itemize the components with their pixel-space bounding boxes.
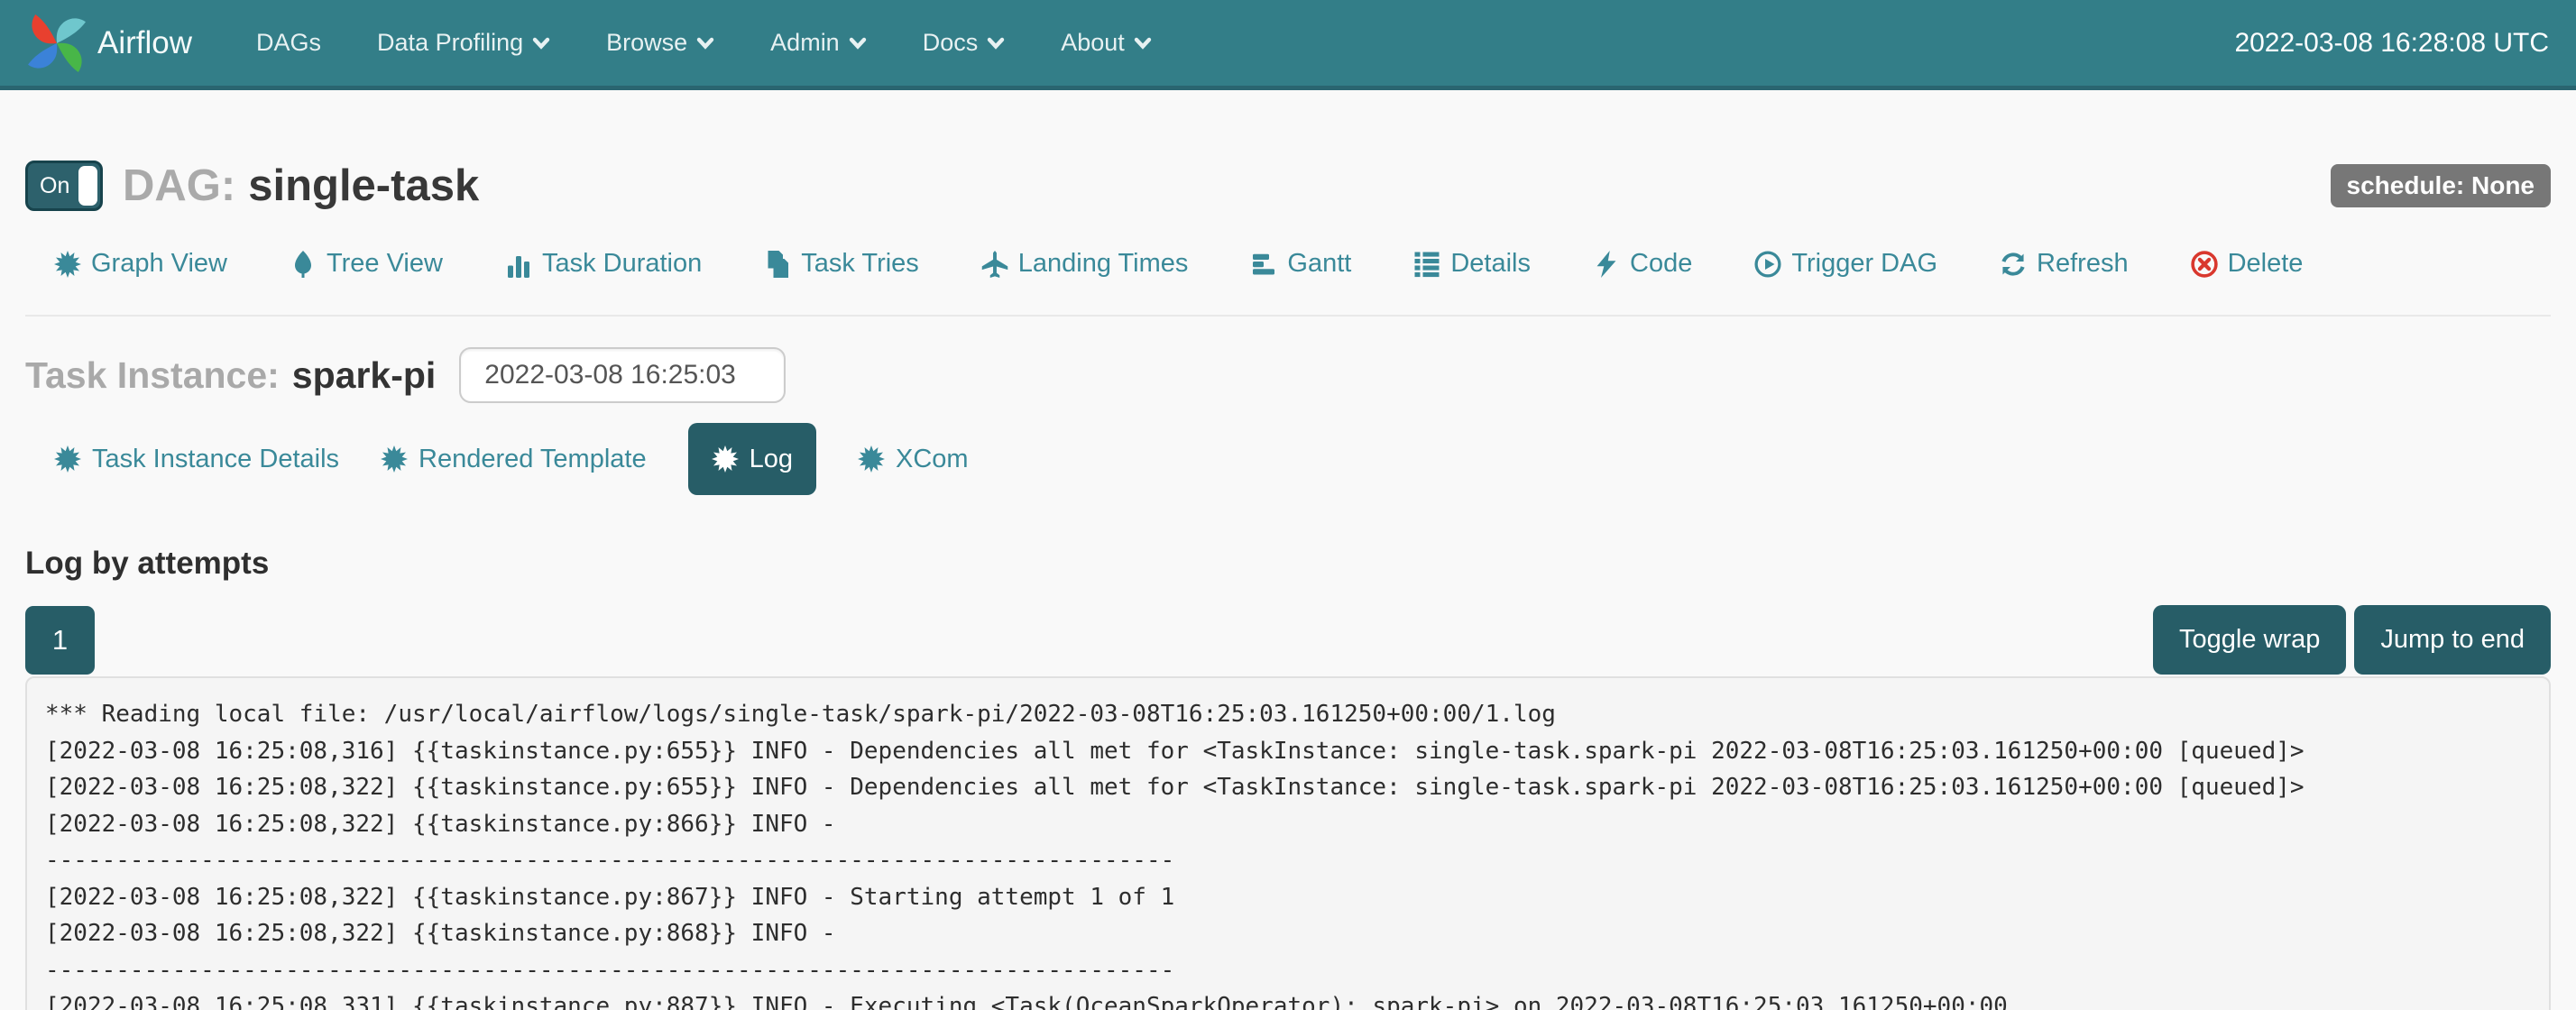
tab-label: Graph View	[91, 249, 227, 279]
tab-code[interactable]: Code	[1593, 249, 1692, 279]
log-actions: Toggle wrap Jump to end	[2153, 605, 2551, 675]
task-instance-label: Task Instance:	[25, 354, 280, 397]
tab-label: Tree View	[327, 249, 443, 279]
airflow-pinwheel-logo-icon	[27, 14, 87, 73]
log-output-panel[interactable]: *** Reading local file: /usr/local/airfl…	[25, 676, 2551, 1010]
dag-view-tabs: Graph View Tree View Task Duration Task …	[54, 249, 2551, 279]
bar-chart-icon	[505, 251, 532, 278]
toggle-on-label: On	[40, 173, 69, 199]
log-line: [2022-03-08 16:25:08,331] {{taskinstance…	[45, 988, 2540, 1010]
navbar-item-about[interactable]: About	[1033, 29, 1180, 57]
tab-label: Gantt	[1287, 249, 1351, 279]
chevron-down-icon	[849, 36, 867, 50]
navbar-item-label: Data Profiling	[377, 29, 523, 57]
tab-gantt[interactable]: Gantt	[1250, 249, 1351, 279]
tab-label: Delete	[2228, 249, 2304, 279]
burst-icon	[54, 445, 81, 473]
tab-task-tries[interactable]: Task Tries	[764, 249, 919, 279]
attempt-1-tab[interactable]: 1	[25, 606, 95, 675]
navbar-item-dags[interactable]: DAGs	[228, 29, 349, 57]
navbar-item-data-profiling[interactable]: Data Profiling	[349, 29, 578, 57]
task-instance-views: Task Instance Details Rendered Template …	[54, 423, 2551, 495]
delete-circle-icon	[2191, 251, 2218, 278]
chevron-down-icon	[696, 36, 714, 50]
tab-label: Task Duration	[542, 249, 702, 279]
tab-label: Task Tries	[801, 249, 919, 279]
tab-task-duration[interactable]: Task Duration	[505, 249, 702, 279]
tab-label: Landing Times	[1018, 249, 1189, 279]
tab-graph-view[interactable]: Graph View	[54, 249, 227, 279]
navbar-item-admin[interactable]: Admin	[742, 29, 895, 57]
schedule-badge: schedule: None	[2331, 164, 2551, 207]
view-button-label: XCom	[896, 445, 969, 474]
plane-icon	[981, 251, 1008, 278]
tab-details[interactable]: Details	[1413, 249, 1531, 279]
toggle-wrap-button[interactable]: Toggle wrap	[2153, 605, 2346, 675]
log-line: *** Reading local file: /usr/local/airfl…	[45, 696, 2540, 733]
navbar-item-label: Docs	[923, 29, 979, 57]
dag-header: On DAG: single-task schedule: None	[25, 161, 2551, 211]
navbar-item-docs[interactable]: Docs	[895, 29, 1034, 57]
burst-icon	[54, 251, 81, 278]
navbar-item-browse[interactable]: Browse	[578, 29, 742, 57]
play-circle-icon	[1754, 251, 1781, 278]
log-line: [2022-03-08 16:25:08,322] {{taskinstance…	[45, 879, 2540, 916]
tab-label: Refresh	[2037, 249, 2129, 279]
button-xcom[interactable]: XCom	[858, 445, 969, 474]
view-button-label: Task Instance Details	[92, 445, 339, 474]
utc-clock: 2022-03-08 16:28:08 UTC	[2234, 28, 2549, 59]
tab-label: Trigger DAG	[1791, 249, 1937, 279]
log-by-attempts-heading: Log by attempts	[25, 546, 2551, 582]
log-line: ----------------------------------------…	[45, 952, 2540, 989]
view-button-label: Rendered Template	[419, 445, 647, 474]
log-line: [2022-03-08 16:25:08,322] {{taskinstance…	[45, 915, 2540, 952]
chevron-down-icon	[532, 36, 550, 50]
burst-icon	[381, 445, 408, 473]
dag-pause-toggle[interactable]: On	[25, 161, 103, 211]
tab-delete[interactable]: Delete	[2191, 249, 2304, 279]
log-line: [2022-03-08 16:25:08,322] {{taskinstance…	[45, 806, 2540, 843]
button-task-instance-details[interactable]: Task Instance Details	[54, 445, 339, 474]
execution-date-input[interactable]	[459, 347, 786, 403]
tab-label: Details	[1450, 249, 1531, 279]
log-line: [2022-03-08 16:25:08,322] {{taskinstance…	[45, 769, 2540, 806]
jump-to-end-button[interactable]: Jump to end	[2354, 605, 2551, 675]
tree-icon	[290, 251, 317, 278]
pages-icon	[764, 251, 791, 278]
chevron-down-icon	[1134, 36, 1152, 50]
list-icon	[1413, 251, 1440, 278]
burst-icon	[712, 445, 739, 473]
button-rendered-template[interactable]: Rendered Template	[381, 445, 647, 474]
navbar-item-label: About	[1061, 29, 1125, 57]
attempts-row: 1 Toggle wrap Jump to end	[25, 605, 2551, 675]
view-button-label: Log	[750, 445, 793, 474]
dag-title-name: single-task	[248, 161, 479, 211]
top-navbar: Airflow DAGs Data Profiling Browse Admin…	[0, 0, 2576, 90]
navbar-menu: DAGs Data Profiling Browse Admin Docs Ab…	[228, 29, 1180, 57]
bolt-icon	[1593, 251, 1620, 278]
button-log-active[interactable]: Log	[688, 423, 816, 495]
log-line: ----------------------------------------…	[45, 842, 2540, 879]
section-divider	[25, 315, 2551, 317]
chevron-down-icon	[987, 36, 1005, 50]
align-bars-icon	[1250, 251, 1277, 278]
log-line: [2022-03-08 16:25:08,316] {{taskinstance…	[45, 733, 2540, 770]
tab-trigger-dag[interactable]: Trigger DAG	[1754, 249, 1937, 279]
tab-refresh[interactable]: Refresh	[2000, 249, 2129, 279]
task-instance-name: spark-pi	[292, 354, 437, 397]
burst-icon	[858, 445, 885, 473]
tab-tree-view[interactable]: Tree View	[290, 249, 443, 279]
refresh-icon	[2000, 251, 2027, 278]
airflow-brand[interactable]: Airflow	[27, 14, 192, 73]
navbar-item-label: Browse	[606, 29, 687, 57]
dag-title-prefix: DAG:	[123, 161, 235, 211]
brand-name: Airflow	[97, 25, 192, 61]
toggle-knob	[78, 166, 97, 206]
tab-landing-times[interactable]: Landing Times	[981, 249, 1189, 279]
tab-label: Code	[1630, 249, 1692, 279]
task-instance-row: Task Instance: spark-pi	[25, 347, 2551, 403]
navbar-item-label: DAGs	[256, 29, 321, 57]
navbar-item-label: Admin	[770, 29, 840, 57]
